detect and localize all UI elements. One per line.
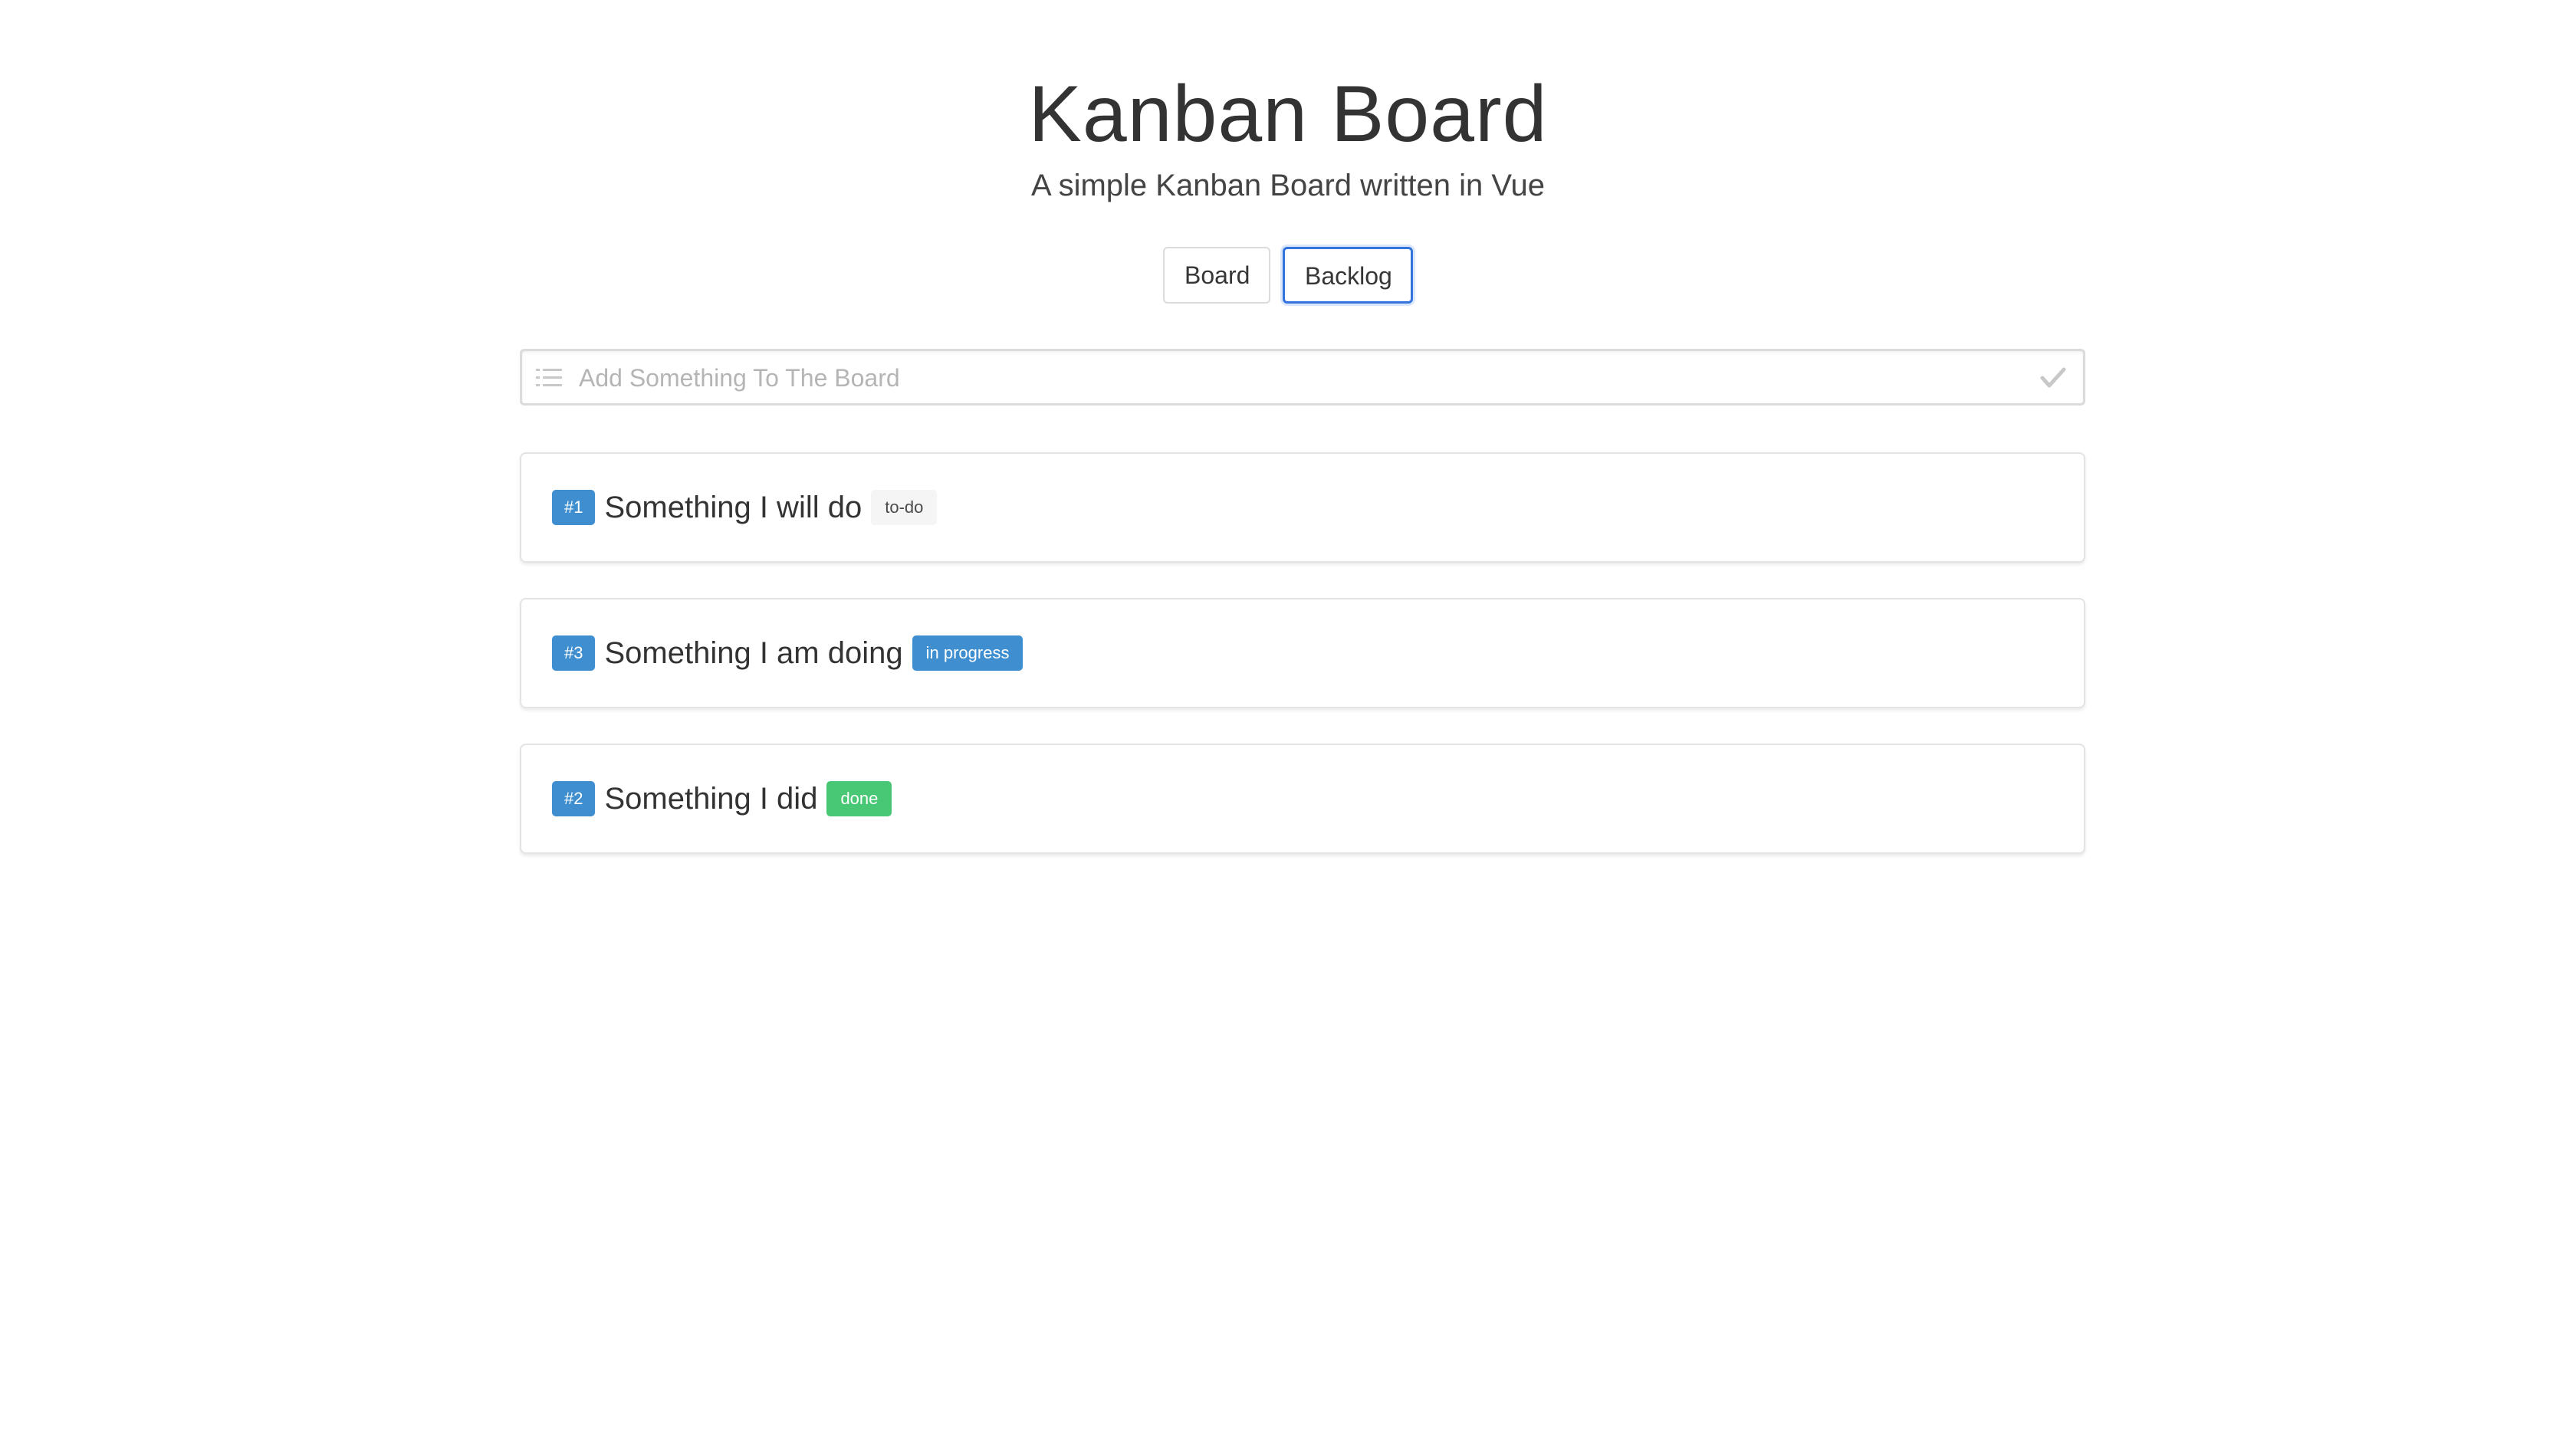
item-title: Something I am doing (604, 635, 903, 670)
list-item[interactable]: #1 Something I will do to-do (520, 452, 2085, 563)
add-item-input[interactable] (577, 351, 2022, 405)
header: Kanban Board A simple Kanban Board writt… (0, 64, 2576, 207)
status-badge: in progress (912, 635, 1024, 671)
item-id-tag: #1 (552, 490, 596, 525)
list-item[interactable]: #3 Something I am doing in progress (520, 598, 2085, 708)
page-subtitle: A simple Kanban Board written in Vue (1030, 169, 1546, 202)
status-badge: to-do (871, 490, 938, 525)
check-icon[interactable] (2040, 366, 2066, 389)
item-id-tag: #2 (552, 781, 596, 816)
item-title: Something I will do (604, 490, 863, 524)
item-title: Something I did (604, 781, 818, 816)
view-nav: Board Backlog (0, 247, 2576, 304)
item-id-tag: #3 (552, 635, 596, 671)
page-title: Kanban Board (1028, 70, 1548, 159)
backlog-button[interactable]: Backlog (1283, 247, 1413, 304)
status-badge: done (826, 781, 892, 816)
list-icon (536, 369, 562, 386)
page: Kanban Board A simple Kanban Board writt… (0, 0, 2576, 1435)
list-item[interactable]: #2 Something I did done (520, 744, 2085, 854)
add-item-field (520, 349, 2085, 406)
board-button[interactable]: Board (1163, 247, 1270, 304)
